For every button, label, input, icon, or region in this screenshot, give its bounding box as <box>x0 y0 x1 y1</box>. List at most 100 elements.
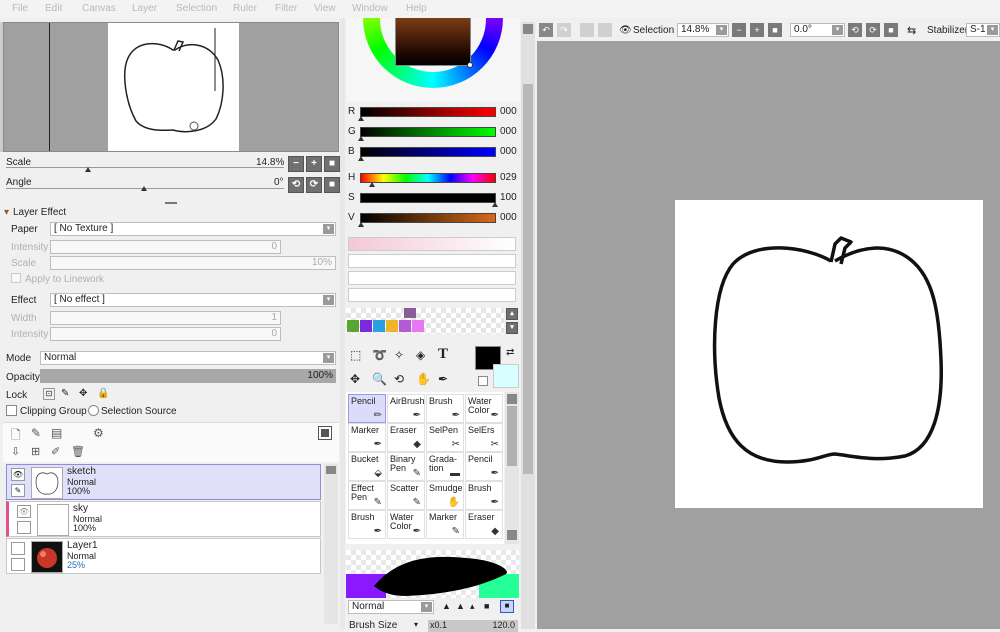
effect-select[interactable]: [ No effect ] ▾ <box>50 293 336 307</box>
swap-colors-icon[interactable]: ⇄ <box>506 347 514 358</box>
saturation-bar[interactable] <box>360 193 496 203</box>
apply-linework-checkbox[interactable] <box>11 273 21 283</box>
swatch-scroll-down[interactable]: ▾ <box>506 322 518 334</box>
lock-all-icon[interactable]: 🔒 <box>97 388 109 399</box>
rotate-right-button[interactable]: ⟳ <box>306 177 322 193</box>
angle-slider-thumb[interactable] <box>141 186 147 191</box>
flip-horizontal-icon[interactable]: ⇆ <box>907 24 916 37</box>
tool-selers[interactable]: SelErs ✂ <box>465 423 503 452</box>
scroll-up-arrow[interactable] <box>523 24 533 34</box>
menu-file[interactable]: File <box>12 3 28 14</box>
transfer-down-icon[interactable]: ⇩ <box>11 445 20 458</box>
canvas-viewport[interactable] <box>537 41 1000 629</box>
tool-airbrush[interactable]: AirBrush ✒ <box>387 394 425 423</box>
eyedropper-icon[interactable]: ✒ <box>438 372 448 386</box>
navigator-preview[interactable] <box>3 22 339 152</box>
menu-edit[interactable]: Edit <box>45 3 62 14</box>
toolbar-rotate-reset-button[interactable]: ■ <box>884 23 898 37</box>
rotate-left-button[interactable]: ⟲ <box>288 177 304 193</box>
value-bar[interactable] <box>360 213 496 223</box>
rotate-icon[interactable]: ⟲ <box>394 372 404 386</box>
menu-canvas[interactable]: Canvas <box>82 3 116 14</box>
tool-bucket[interactable]: Bucket ⬙ <box>348 452 386 481</box>
brush-shape-5-icon[interactable]: ■ <box>500 600 514 613</box>
effect-intensity-field[interactable]: 0 <box>50 327 281 341</box>
tool-grada-tion[interactable]: Grada-tion ▬ <box>426 452 464 481</box>
color-swatch[interactable] <box>373 320 385 332</box>
lasso-icon[interactable]: ➰ <box>372 348 387 362</box>
tool-effect-pen[interactable]: Effect Pen ✎ <box>348 481 386 510</box>
layer-row-sky[interactable]: 👁 sky Normal 100% <box>6 501 321 537</box>
green-bar[interactable] <box>360 127 496 137</box>
tool-binary-pen[interactable]: Binary Pen ✎ <box>387 452 425 481</box>
red-bar[interactable] <box>360 107 496 117</box>
tool-marker[interactable]: Marker ✎ <box>426 510 464 539</box>
menu-help[interactable]: Help <box>406 3 427 14</box>
swatch-scroll-up[interactable]: ▴ <box>506 308 518 320</box>
menu-ruler[interactable]: Ruler <box>233 3 257 14</box>
visibility-eye-icon[interactable]: 👁 <box>11 468 25 481</box>
scroll-up-arrow[interactable] <box>326 466 336 474</box>
tool-pencil[interactable]: Pencil ✏ <box>348 394 386 423</box>
tool-marker[interactable]: Marker ✒ <box>348 423 386 452</box>
tool-panel-scrollbar[interactable] <box>521 22 535 629</box>
zoom-icon[interactable]: 🔍 <box>372 372 387 386</box>
selection-eye-icon[interactable]: 👁 <box>619 25 632 36</box>
layer-effect-arrow-icon[interactable]: ▾ <box>4 207 9 218</box>
color-wheel-panel[interactable] <box>346 18 520 102</box>
deselect-button[interactable] <box>580 23 594 37</box>
effect-width-field[interactable]: 1 <box>50 311 281 325</box>
color-picker-cursor[interactable] <box>467 62 473 68</box>
toolbar-zoom-reset-button[interactable]: ■ <box>768 23 782 37</box>
transparent-color-icon[interactable] <box>478 376 488 386</box>
value-value[interactable]: 000 <box>500 212 517 223</box>
menu-filter[interactable]: Filter <box>275 3 297 14</box>
merge-down-icon[interactable]: ⊞ <box>31 445 40 458</box>
brush-size-dropdown-icon[interactable]: ▾ <box>414 620 418 629</box>
scroll-thumb[interactable] <box>523 84 533 474</box>
tool-water-color[interactable]: Water Color ✒ <box>465 394 503 423</box>
texture-scale-field[interactable]: 10% <box>50 256 336 270</box>
selection-source-radio[interactable] <box>88 405 99 416</box>
new-folder-icon[interactable]: ▤ <box>51 426 62 440</box>
hue-value[interactable]: 029 <box>500 172 517 183</box>
tool-eraser[interactable]: Eraser ◆ <box>465 510 503 539</box>
tool-grid-scrollbar[interactable] <box>505 392 519 544</box>
visibility-eye-icon[interactable]: 👁 <box>17 505 31 518</box>
brush-shape-4-icon[interactable]: ■ <box>484 601 489 611</box>
secondary-color[interactable] <box>493 364 519 388</box>
blue-bar[interactable] <box>360 147 496 157</box>
tool-brush[interactable]: Brush ✒ <box>465 481 503 510</box>
zoom-select[interactable]: 14.8% ▾ <box>677 23 729 37</box>
layer-row-sketch[interactable]: 👁 ✎ sketch Normal 100% <box>6 464 321 500</box>
zoom-reset-button[interactable]: ■ <box>324 156 340 172</box>
layer-row-layer1[interactable]: Layer1 Normal 25% <box>6 538 321 574</box>
layer-effect-header[interactable]: Layer Effect <box>13 207 66 218</box>
rotate-reset-button[interactable]: ■ <box>324 177 340 193</box>
lock-paint-icon[interactable]: ✎ <box>61 388 69 399</box>
menu-view[interactable]: View <box>314 3 336 14</box>
toolbar-rotate-left-button[interactable]: ⟲ <box>848 23 862 37</box>
zoom-out-button[interactable]: − <box>288 156 304 172</box>
brush-size-slider[interactable]: x0.1 120.0 <box>428 620 518 632</box>
move-icon[interactable]: ✥ <box>350 372 360 386</box>
color-swatch[interactable] <box>386 320 398 332</box>
opacity-slider[interactable]: 100% <box>40 369 336 383</box>
value-thumb[interactable] <box>358 222 364 227</box>
scroll-thumb[interactable] <box>507 406 517 466</box>
menu-window[interactable]: Window <box>352 3 388 14</box>
blue-value[interactable]: 000 <box>500 146 517 157</box>
blend-mode-select[interactable]: Normal ▾ <box>40 351 336 365</box>
paint-target-pen-icon[interactable]: ✎ <box>11 484 25 497</box>
panel-separator[interactable] <box>340 18 345 629</box>
rotation-select[interactable]: 0.0° ▾ <box>790 23 845 37</box>
mix-bar-2[interactable] <box>348 254 516 268</box>
brush-shape-1-icon[interactable]: ▲ <box>442 601 451 611</box>
paper-texture-select[interactable]: [ No Texture ] ▾ <box>50 222 336 236</box>
mix-bar-3[interactable] <box>348 271 516 285</box>
brush-shape-2-icon[interactable]: ▲ <box>456 601 465 611</box>
toolbar-rotate-right-button[interactable]: ⟳ <box>866 23 880 37</box>
layer-list-scrollbar[interactable] <box>324 464 338 624</box>
green-value[interactable]: 000 <box>500 126 517 137</box>
new-layer-icon[interactable]: 🗋 <box>11 426 21 447</box>
